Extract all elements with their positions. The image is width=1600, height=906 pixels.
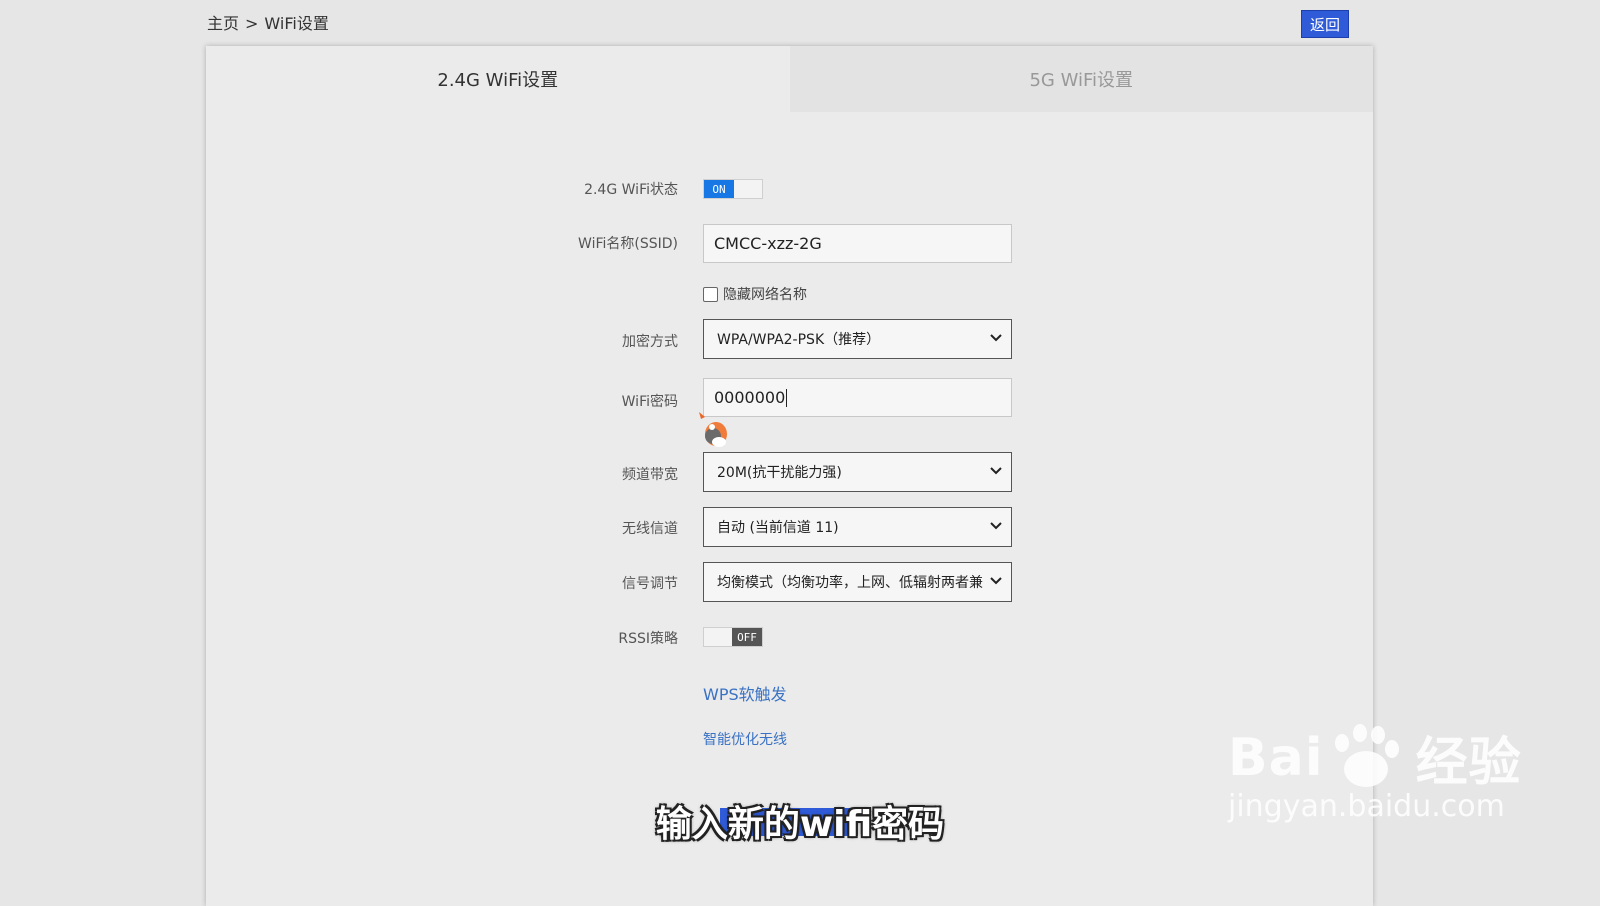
wifi-settings-panel: 2.4G WiFi设置 5G WiFi设置 2.4G WiFi状态 ON WiF… bbox=[206, 46, 1373, 906]
password-value: 0000000 bbox=[714, 388, 786, 407]
password-label: WiFi密码 bbox=[621, 394, 678, 410]
chevron-down-icon bbox=[990, 577, 1002, 585]
encryption-value: WPA/WPA2-PSK（推荐） bbox=[717, 332, 881, 348]
channel-value: 自动 (当前信道 11) bbox=[717, 520, 839, 536]
back-button[interactable]: 返回 bbox=[1301, 10, 1349, 38]
wifi-status-label: 2.4G WiFi状态 bbox=[584, 182, 678, 198]
tab-5g-wifi[interactable]: 5G WiFi设置 bbox=[789, 46, 1373, 112]
baidu-watermark: Bai 经验 jingyan.baidu.com bbox=[1228, 720, 1522, 824]
bandwidth-label: 频道带宽 bbox=[622, 467, 678, 483]
rssi-toggle[interactable]: OFF bbox=[703, 627, 763, 647]
tab-2g-wifi[interactable]: 2.4G WiFi设置 bbox=[206, 46, 790, 112]
toggle-on-text: ON bbox=[704, 180, 734, 198]
wifi-status-toggle[interactable]: ON bbox=[703, 179, 763, 199]
breadcrumb-separator: > bbox=[245, 14, 259, 33]
ssid-label: WiFi名称(SSID) bbox=[578, 236, 678, 252]
toggle-off-text: OFF bbox=[732, 628, 762, 646]
password-input[interactable]: 0000000 bbox=[703, 378, 1012, 417]
tab-bar: 2.4G WiFi设置 5G WiFi设置 bbox=[206, 46, 1373, 112]
ssid-value: CMCC-xzz-2G bbox=[714, 234, 822, 253]
bandwidth-value: 20M(抗干扰能力强) bbox=[717, 465, 842, 481]
hide-ssid-checkbox[interactable] bbox=[703, 286, 718, 302]
chevron-down-icon bbox=[990, 522, 1002, 530]
mascot-cursor-icon bbox=[699, 412, 727, 447]
signal-label: 信号调节 bbox=[622, 576, 678, 592]
bandwidth-select[interactable]: 20M(抗干扰能力强) bbox=[703, 452, 1012, 492]
wps-link[interactable]: WPS软触发 bbox=[703, 681, 787, 705]
signal-value: 均衡模式（均衡功率，上网、低辐射两者兼 bbox=[717, 575, 983, 591]
breadcrumb: 主页 > WiFi设置 bbox=[207, 10, 329, 34]
channel-select[interactable]: 自动 (当前信道 11) bbox=[703, 507, 1012, 547]
breadcrumb-home[interactable]: 主页 bbox=[207, 14, 239, 33]
watermark-brand-suffix: 经验 bbox=[1415, 733, 1522, 793]
ssid-input[interactable]: CMCC-xzz-2G bbox=[703, 224, 1012, 263]
rssi-label: RSSI策略 bbox=[618, 631, 678, 647]
channel-label: 无线信道 bbox=[622, 521, 678, 537]
chevron-down-icon bbox=[990, 334, 1002, 342]
watermark-brand-text: Bai bbox=[1228, 727, 1324, 788]
hide-ssid-row: 隐藏网络名称 bbox=[703, 284, 807, 304]
optimize-wireless-link[interactable]: 智能优化无线 bbox=[703, 729, 787, 749]
text-caret bbox=[786, 388, 788, 407]
watermark-brand: Bai 经验 bbox=[1228, 720, 1522, 795]
signal-select[interactable]: 均衡模式（均衡功率，上网、低辐射两者兼 bbox=[703, 562, 1012, 602]
watermark-url: jingyan.baidu.com bbox=[1228, 789, 1505, 824]
encryption-label: 加密方式 bbox=[622, 334, 678, 350]
breadcrumb-current: WiFi设置 bbox=[264, 14, 329, 33]
hide-ssid-label: 隐藏网络名称 bbox=[723, 287, 807, 303]
paw-icon bbox=[1334, 723, 1399, 787]
encryption-select[interactable]: WPA/WPA2-PSK（推荐） bbox=[703, 319, 1012, 359]
chevron-down-icon bbox=[990, 467, 1002, 475]
